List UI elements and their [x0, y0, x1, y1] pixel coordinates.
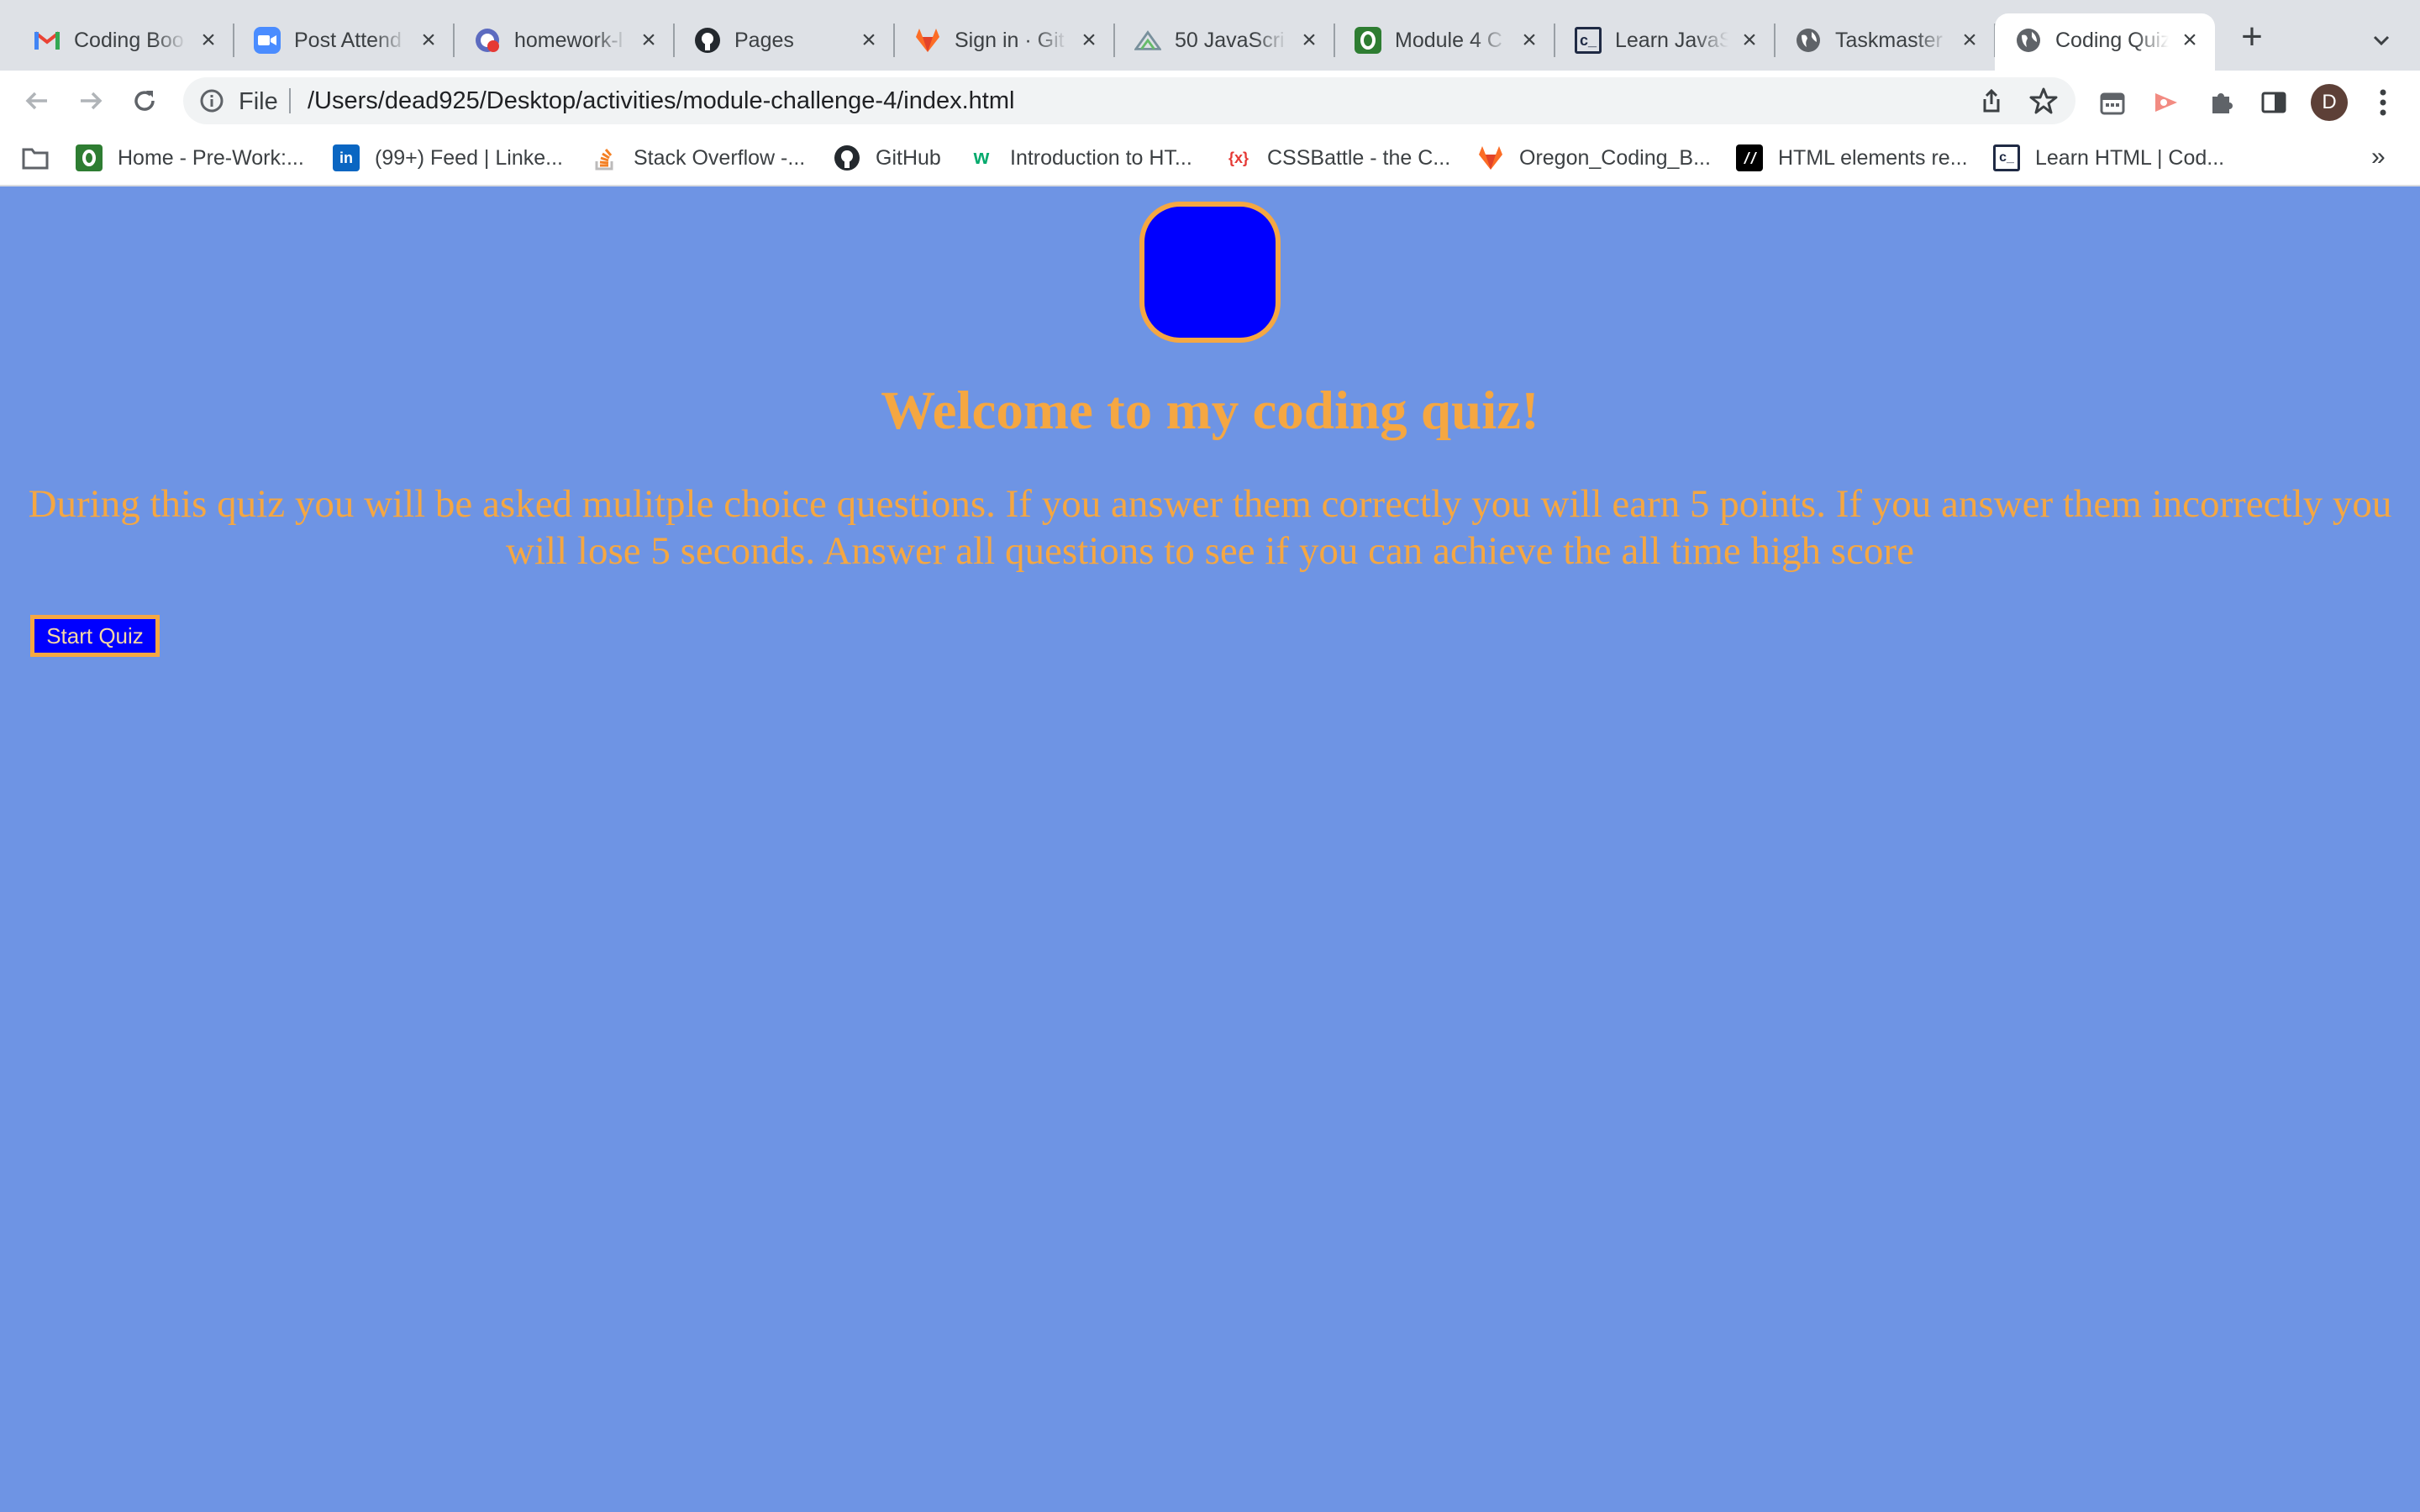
forward-icon[interactable] [72, 82, 109, 119]
close-icon[interactable]: × [1734, 25, 1765, 55]
tab-pages[interactable]: Pages × [674, 13, 895, 71]
bookmark-learn-html-codecademy[interactable]: c_ Learn HTML | Cod... [1993, 143, 2224, 173]
close-icon[interactable]: × [193, 25, 224, 55]
quiz-description: During this quiz you will be asked mulit… [28, 482, 2392, 573]
bookmark-oregon-coding-bootcamp[interactable]: Oregon_Coding_B... [1477, 143, 1711, 173]
tab-post-attend[interactable]: Post Attend × [234, 13, 455, 71]
address-bar[interactable]: File /Users/dead925/Desktop/activities/m… [183, 77, 2075, 124]
tab-title: Coding Quiz [2055, 29, 2169, 52]
course-icon [76, 144, 103, 171]
bookmark-stack-overflow[interactable]: Stack Overflow -... [592, 143, 805, 173]
gitlab-icon [914, 27, 941, 54]
bookmark-linkedin[interactable]: in (99+) Feed | Linke... [333, 143, 563, 173]
zoom-icon [254, 27, 281, 54]
browser-toolbar: File /Users/dead925/Desktop/activities/m… [0, 71, 2420, 131]
bookmark-apps-folder[interactable] [22, 143, 64, 173]
codecademy-icon: c_ [1993, 144, 2020, 171]
globe-icon [2015, 27, 2042, 54]
bookmark-cssbattle[interactable]: {x} CSSBattle - the C... [1225, 143, 1450, 173]
mdn-icon [1736, 144, 1763, 171]
screencast-extension-icon[interactable] [2151, 87, 2181, 118]
bookmark-label: Home - Pre-Work:... [118, 145, 304, 170]
bookmark-label: Introduction to HT... [1010, 145, 1192, 170]
bookmark-star-icon[interactable] [2028, 86, 2059, 116]
tab-title: homework-l [514, 29, 623, 52]
tab-50-javascript[interactable]: 50 JavaScri × [1114, 13, 1335, 71]
url-divider [289, 88, 291, 113]
close-icon[interactable]: × [2175, 25, 2205, 55]
bookmark-label: Oregon_Coding_B... [1519, 145, 1711, 170]
tab-title: Learn JavaS [1615, 29, 1728, 52]
page-title: Welcome to my coding quiz! [881, 381, 1539, 441]
tab-title: Pages [734, 29, 794, 52]
course-icon [1355, 27, 1381, 54]
github-icon [834, 144, 860, 171]
page-content: Welcome to my coding quiz! During this q… [0, 186, 2420, 1512]
bookmark-html-elements-reference[interactable]: HTML elements re... [1736, 143, 1968, 173]
start-quiz-button[interactable]: Start Quiz [30, 615, 160, 657]
github-icon [694, 27, 721, 54]
close-icon[interactable]: × [1074, 25, 1104, 55]
bookmark-home-pre-work[interactable]: Home - Pre-Work:... [76, 143, 304, 173]
tab-title: Post Attend [294, 29, 402, 52]
close-icon[interactable]: × [854, 25, 884, 55]
tab-learn-javascript[interactable]: c_ Learn JavaS × [1555, 13, 1776, 71]
bookmark-label: CSSBattle - the C... [1267, 145, 1451, 170]
tab-taskmaster[interactable]: Taskmaster × [1775, 13, 1996, 71]
close-icon[interactable]: × [1294, 25, 1324, 55]
cssbattle-icon: {x} [1228, 149, 1249, 166]
close-icon[interactable]: × [413, 25, 444, 55]
back-icon[interactable] [18, 82, 55, 119]
codecademy-icon: c_ [1575, 27, 1602, 54]
menu-kebab-icon[interactable] [2370, 86, 2396, 119]
linkedin-icon: in [333, 144, 360, 171]
javascript-icon [1134, 27, 1161, 54]
tab-title: Module 4 C [1395, 29, 1502, 52]
reload-icon[interactable] [126, 82, 163, 119]
bookmark-label: Learn HTML | Cod... [2035, 145, 2225, 170]
bookmark-label: (99+) Feed | Linke... [375, 145, 563, 170]
profile-avatar[interactable]: D [2311, 84, 2348, 121]
quiz-logo [1139, 202, 1281, 343]
share-icon[interactable] [1978, 87, 2005, 114]
tab-title: Coding Boo [74, 29, 184, 52]
bookmark-label: GitHub [876, 145, 941, 170]
tab-title: Sign in · Git [955, 29, 1065, 52]
close-icon[interactable]: × [1514, 25, 1544, 55]
bookmarks-overflow-chevron-icon[interactable]: » [2371, 143, 2386, 171]
gitlab-icon [1477, 144, 1504, 171]
google-tasks-icon [474, 27, 501, 54]
close-icon[interactable]: × [1954, 25, 1985, 55]
bookmark-label: HTML elements re... [1778, 145, 1968, 170]
calendar-extension-icon[interactable] [2097, 87, 2128, 118]
bookmark-github[interactable]: GitHub [834, 143, 941, 173]
w3-icon: w [973, 146, 990, 169]
info-icon[interactable] [198, 87, 225, 114]
url-scheme-label: File [239, 88, 278, 115]
side-panel-icon[interactable] [2259, 87, 2289, 118]
stackoverflow-icon [592, 144, 618, 171]
globe-icon [1795, 27, 1822, 54]
gmail-icon [34, 27, 60, 54]
bookmarks-bar: Home - Pre-Work:... in (99+) Feed | Link… [0, 131, 2420, 186]
extensions-puzzle-icon[interactable] [2207, 87, 2237, 118]
tab-coding-bootcamp[interactable]: Coding Boo × [13, 13, 234, 71]
close-icon[interactable]: × [634, 25, 664, 55]
tab-title: 50 JavaScri [1175, 29, 1285, 52]
url-text[interactable]: /Users/dead925/Desktop/activities/module… [308, 87, 1014, 115]
tab-homework[interactable]: homework-l × [454, 13, 675, 71]
tab-module-4[interactable]: Module 4 C × [1334, 13, 1555, 71]
folder-icon [22, 144, 49, 171]
tab-title: Taskmaster [1835, 29, 1943, 52]
bookmark-introduction-to-html[interactable]: w Introduction to HT... [968, 143, 1192, 173]
bookmark-label: Stack Overflow -... [634, 145, 806, 170]
tab-strip: Coding Boo × Post Attend × homework-l × … [0, 0, 2420, 71]
new-tab-button[interactable]: + [2232, 18, 2272, 59]
tab-gitlab-sign-in[interactable]: Sign in · Git × [894, 13, 1115, 71]
tab-search-icon[interactable] [2365, 24, 2398, 57]
tab-coding-quiz[interactable]: Coding Quiz × [1995, 13, 2215, 71]
